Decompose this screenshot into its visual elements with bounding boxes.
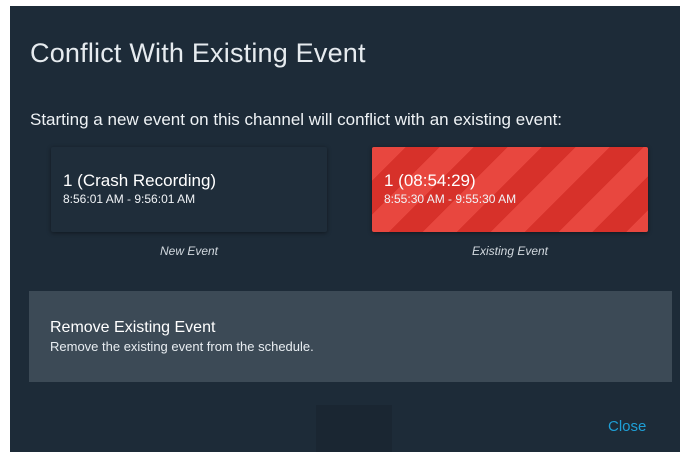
conflict-dialog: Conflict With Existing Event Starting a … — [10, 6, 680, 452]
existing-event-title: 1 (08:54:29) — [384, 171, 476, 190]
new-event-time: 8:56:01 AM - 9:56:01 AM — [63, 192, 196, 206]
existing-event-time: 8:55:30 AM - 9:55:30 AM — [384, 192, 517, 206]
footer-placeholder-block — [316, 405, 392, 452]
close-button[interactable]: Close — [608, 418, 646, 435]
dialog-title: Conflict With Existing Event — [30, 38, 366, 68]
new-event-card: 1 (Crash Recording) 8:56:01 AM - 9:56:01… — [51, 147, 327, 232]
existing-event-card: 1 (08:54:29) 8:55:30 AM - 9:55:30 AM — [372, 147, 648, 232]
new-event-caption: New Event — [159, 244, 219, 258]
conflict-message: Starting a new event on this channel wil… — [30, 110, 563, 129]
remove-existing-event-option[interactable]: Remove Existing Event Remove the existin… — [29, 291, 672, 382]
option-description: Remove the existing event from the sched… — [50, 339, 314, 354]
existing-event-caption: Existing Event — [471, 244, 549, 258]
new-event-title: 1 (Crash Recording) — [63, 171, 217, 190]
option-title: Remove Existing Event — [50, 319, 216, 336]
